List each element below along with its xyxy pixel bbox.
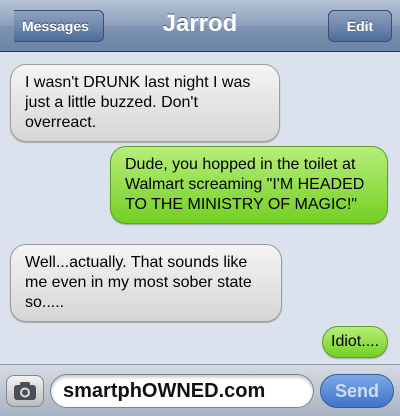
message-bubble-sent: Dude, you hopped in the toilet at Walmar…	[110, 146, 388, 224]
message-text: Well...actually. That sounds like me eve…	[25, 254, 252, 311]
camera-button[interactable]	[6, 375, 44, 407]
message-bubble-received: Well...actually. That sounds like me eve…	[10, 244, 282, 322]
message-bubble-received: I wasn't DRUNK last night I was just a l…	[10, 64, 280, 142]
message-text: Dude, you hopped in the toilet at Walmar…	[125, 156, 365, 213]
message-bubble-sent: Idiot....	[322, 326, 388, 358]
camera-icon	[14, 382, 36, 400]
message-text: Idiot....	[331, 333, 380, 350]
message-text: I wasn't DRUNK last night I was just a l…	[25, 74, 251, 131]
send-button[interactable]: Send	[320, 374, 394, 408]
edit-button[interactable]: Edit	[328, 10, 392, 42]
message-input[interactable]: smartphOWNED.com	[50, 374, 314, 408]
message-composer: smartphOWNED.com Send	[0, 364, 400, 416]
navigation-bar: Messages Jarrod Edit	[0, 0, 400, 52]
back-button-label: Messages	[22, 18, 89, 34]
